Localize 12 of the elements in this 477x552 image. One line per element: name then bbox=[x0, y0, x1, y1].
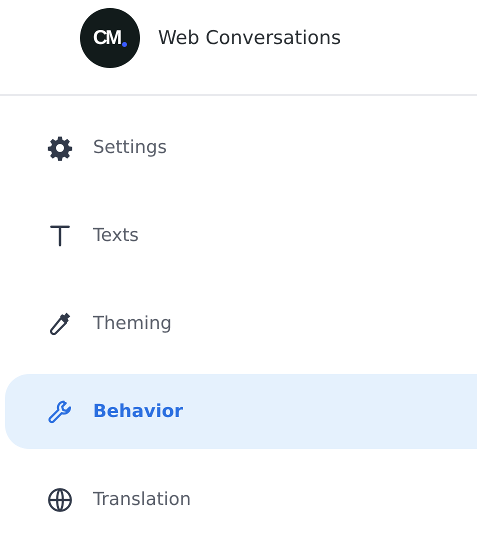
settings-icon bbox=[47, 134, 73, 160]
text-icon bbox=[47, 222, 73, 248]
logo: CM bbox=[80, 8, 140, 68]
eyedropper-icon bbox=[47, 310, 73, 336]
menu-item[interactable]: Settings bbox=[5, 110, 477, 185]
menu-item[interactable]: Translation bbox=[5, 462, 477, 537]
menu-item[interactable]: Texts bbox=[5, 198, 477, 273]
globe-icon bbox=[47, 486, 73, 512]
menu-item[interactable]: Theming bbox=[5, 286, 477, 361]
app-title: Web Conversations bbox=[158, 27, 341, 49]
menu-item[interactable]: Behavior bbox=[5, 374, 477, 449]
wrench-icon bbox=[47, 398, 73, 424]
